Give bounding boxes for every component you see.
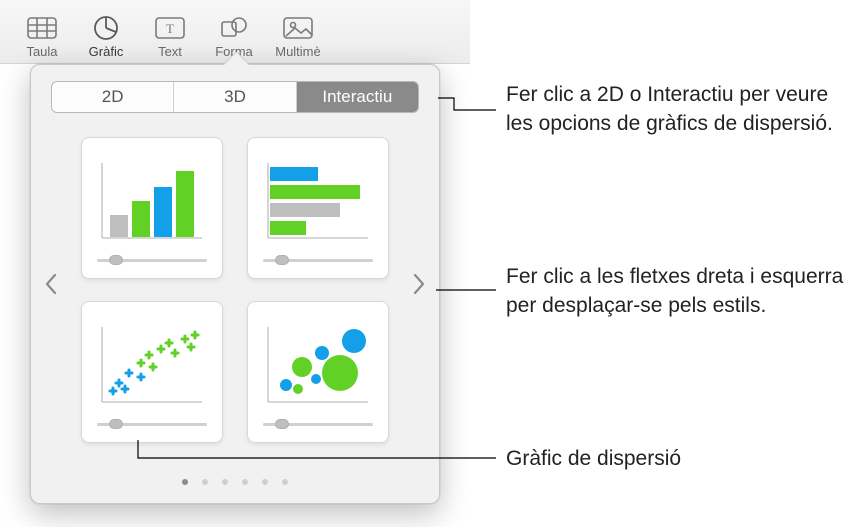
chart-option-bubble[interactable] — [247, 301, 389, 443]
chart-option-vertical-bars[interactable] — [81, 137, 223, 279]
page-dot[interactable] — [242, 479, 248, 485]
toolbar-item-multimedia[interactable]: Multimè — [266, 14, 330, 59]
callout-tabs: Fer clic a 2D o Interactiu per veure les… — [506, 80, 846, 139]
chart-picker-popover: 2D 3D Interactiu — [30, 64, 440, 504]
chart-option-horizontal-bars[interactable] — [247, 137, 389, 279]
chevron-left-icon — [44, 273, 58, 295]
toolbar-item-label: Multimè — [275, 44, 321, 59]
chart-type-segmented: 2D 3D Interactiu — [51, 81, 419, 113]
style-slider[interactable] — [97, 255, 207, 265]
chevron-right-icon — [412, 273, 426, 295]
tab-3d[interactable]: 3D — [174, 82, 296, 112]
toolbar-item-label: Text — [158, 44, 182, 59]
horizontal-bars-icon — [258, 153, 378, 249]
text-icon: T — [152, 14, 188, 42]
toolbar-item-label: Taula — [26, 44, 57, 59]
toolbar-item-text[interactable]: T Text — [138, 14, 202, 59]
bubble-icon — [258, 317, 378, 413]
page-dot[interactable] — [222, 479, 228, 485]
style-slider[interactable] — [97, 419, 207, 429]
scatter-icon — [92, 317, 212, 413]
toolbar-item-taula[interactable]: Taula — [10, 14, 74, 59]
vertical-bars-icon — [92, 153, 212, 249]
table-icon — [24, 14, 60, 42]
page-dot[interactable] — [262, 479, 268, 485]
toolbar-item-label: Gràfic — [89, 44, 124, 59]
page-dot[interactable] — [282, 479, 288, 485]
media-icon — [280, 14, 316, 42]
chart-thumbnail-grid — [81, 137, 389, 443]
prev-page-button[interactable] — [37, 264, 65, 304]
toolbar-item-grafic[interactable]: Gràfic — [74, 14, 138, 59]
tab-2d[interactable]: 2D — [52, 82, 174, 112]
pie-chart-icon — [88, 14, 124, 42]
chart-option-scatter[interactable] — [81, 301, 223, 443]
shape-icon — [216, 14, 252, 42]
next-page-button[interactable] — [405, 264, 433, 304]
page-dot[interactable] — [202, 479, 208, 485]
callout-arrows: Fer clic a les fletxes dreta i esquerra … — [506, 262, 846, 321]
style-slider[interactable] — [263, 255, 373, 265]
page-dot[interactable] — [182, 479, 188, 485]
tab-interactive[interactable]: Interactiu — [297, 82, 418, 112]
callout-scatter: Gràfic de dispersió — [506, 444, 681, 473]
svg-text:T: T — [166, 21, 174, 36]
style-slider[interactable] — [263, 419, 373, 429]
page-dots — [31, 479, 439, 485]
